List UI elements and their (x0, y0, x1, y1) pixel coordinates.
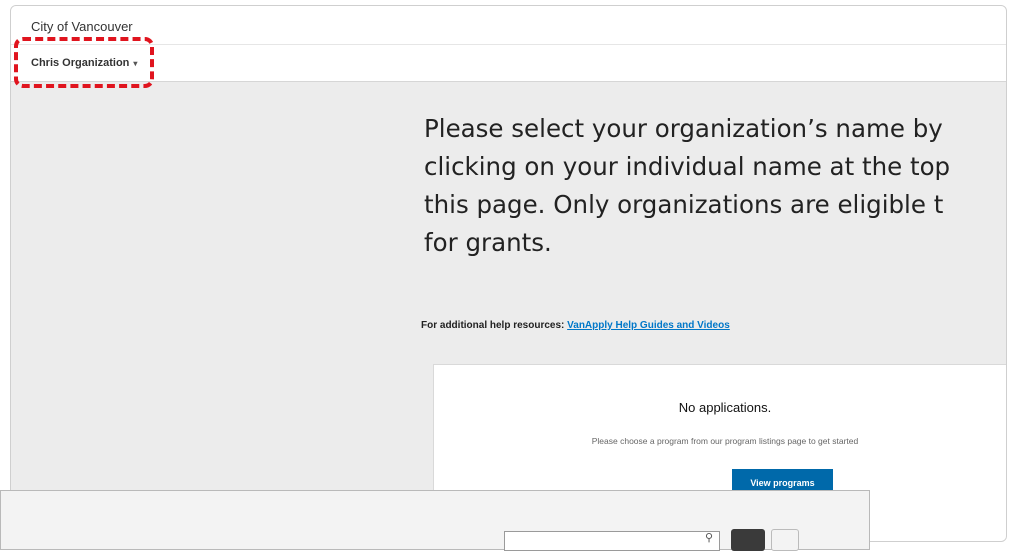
empty-state-subtitle: Please choose a program from our program… (591, 436, 859, 446)
organization-switcher[interactable]: Chris Organization ▾ (31, 57, 137, 69)
heading-line: for grants. (424, 228, 552, 257)
browser-frame: City of Vancouver Chris Organization ▾ P… (10, 5, 1007, 542)
help-resources: For additional help resources: VanApply … (421, 320, 730, 331)
heading-line: clicking on your individual name at the … (424, 152, 951, 181)
search-input[interactable]: ⚲ (504, 531, 720, 551)
site-name: City of Vancouver (31, 19, 133, 34)
page-heading: Please select your organization’s name b… (424, 110, 1006, 262)
help-guides-link[interactable]: VanApply Help Guides and Videos (567, 320, 730, 331)
heading-line: Please select your organization’s name b… (424, 114, 943, 143)
help-prefix: For additional help resources: (421, 320, 568, 331)
top-bar: City of Vancouver Chris Organization ▾ (11, 6, 1006, 82)
search-icon: ⚲ (704, 532, 713, 544)
empty-state-title: No applications. (678, 400, 772, 415)
overlay-screenshot-panel: ⚲ (0, 490, 870, 551)
chevron-down-icon: ▾ (133, 58, 138, 68)
header-divider (11, 44, 1006, 45)
grid-view-toggle[interactable] (731, 529, 765, 551)
heading-line: this page. Only organizations are eligib… (424, 190, 944, 219)
list-view-toggle[interactable] (771, 529, 799, 551)
organization-switcher-label: Chris Organization (31, 57, 130, 69)
